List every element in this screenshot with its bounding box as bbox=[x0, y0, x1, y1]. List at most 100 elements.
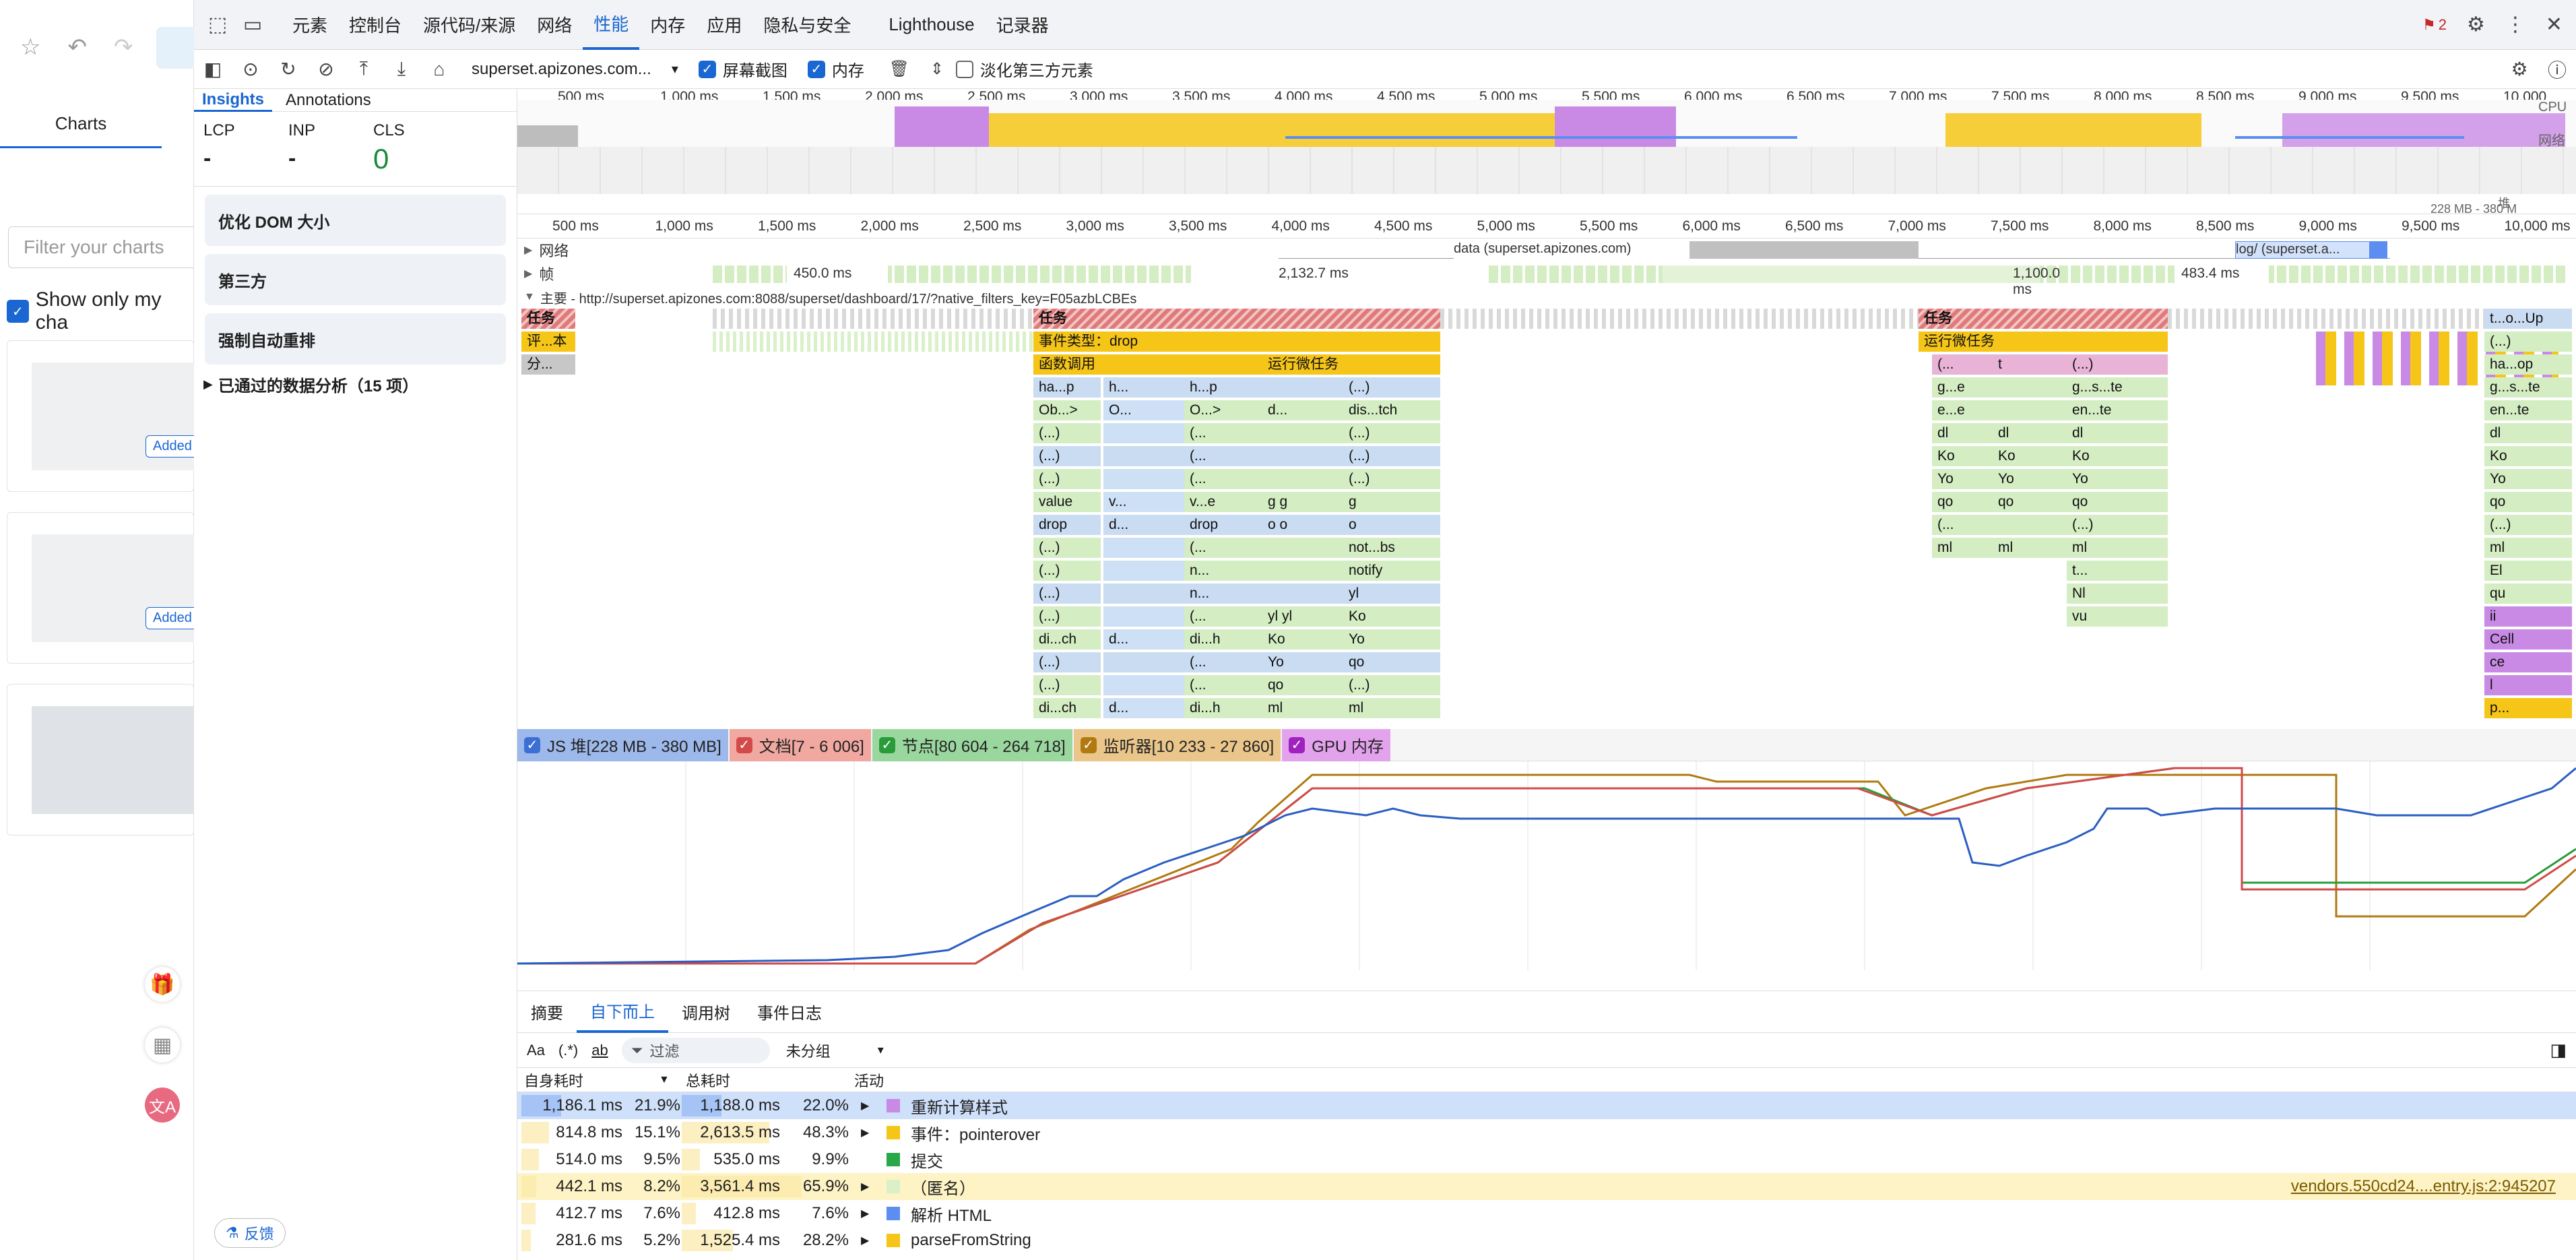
flame-entry[interactable]: vu bbox=[2067, 606, 2168, 627]
flame-entry[interactable]: dl bbox=[2484, 423, 2572, 443]
flame-entry[interactable]: n... bbox=[1184, 561, 1262, 581]
flame-entry[interactable]: yl bbox=[1343, 584, 1440, 604]
flame-entry[interactable]: drop bbox=[1184, 515, 1262, 535]
filter-charts-input[interactable]: Filter your charts bbox=[8, 226, 203, 268]
flame-entry[interactable] bbox=[1103, 469, 1184, 489]
flame-entry[interactable]: ml bbox=[1343, 698, 1440, 718]
flame-entry[interactable]: (...) bbox=[1033, 584, 1101, 604]
flame-entry[interactable] bbox=[1262, 423, 1343, 443]
total-time-header[interactable]: 总耗时 bbox=[686, 1069, 730, 1091]
flame-entry[interactable]: (...) bbox=[1343, 377, 1440, 398]
expand-triangle-icon[interactable]: ▶ bbox=[861, 1207, 873, 1220]
undo-icon[interactable]: ↶ bbox=[67, 34, 87, 61]
flame-entry[interactable]: n... bbox=[1184, 584, 1262, 604]
devtools-tab[interactable]: 应用 bbox=[696, 0, 752, 50]
flame-entry[interactable]: (...) bbox=[1033, 446, 1101, 466]
flame-entry[interactable]: dl bbox=[1993, 423, 2067, 443]
flame-entry[interactable]: h...p bbox=[1184, 377, 1262, 398]
memory-counter[interactable]: ✓ 节点[80 604 - 264 718] bbox=[872, 728, 1072, 761]
toggle-sidebar-icon[interactable]: ◧ bbox=[199, 56, 226, 83]
flame-entry[interactable]: Ko bbox=[1932, 446, 1993, 466]
flame-entry[interactable]: d... bbox=[1103, 698, 1184, 718]
flame-entry[interactable]: Ko bbox=[1993, 446, 2067, 466]
devtools-tab[interactable]: 隐私与安全 bbox=[752, 0, 862, 50]
task-bar[interactable]: 任务 bbox=[1033, 309, 1440, 329]
flame-entry[interactable]: t bbox=[1993, 354, 2067, 375]
flame-entry[interactable]: Yo bbox=[1993, 469, 2067, 489]
chart-card[interactable]: Added bbox=[7, 512, 200, 664]
charts-tab[interactable]: Charts bbox=[0, 101, 162, 148]
flame-entry[interactable]: ml bbox=[1932, 538, 1993, 558]
flame-entry[interactable]: ml bbox=[2484, 538, 2572, 558]
bottom-tab[interactable]: 调用树 bbox=[668, 991, 744, 1033]
flame-entry[interactable]: di...h bbox=[1184, 629, 1262, 650]
flame-entry[interactable]: g g bbox=[1262, 492, 1343, 512]
flame-entry[interactable]: en...te bbox=[2067, 400, 2168, 420]
annotations-tab[interactable]: Annotations bbox=[272, 91, 385, 110]
devtools-tab[interactable]: 内存 bbox=[639, 0, 696, 50]
download-icon[interactable]: ⤓ bbox=[388, 56, 415, 83]
counter-checkbox[interactable]: ✓ bbox=[1080, 736, 1097, 753]
recording-select[interactable]: superset.apizones.com... bbox=[472, 60, 651, 79]
flame-entry[interactable]: o o bbox=[1262, 515, 1343, 535]
drop-event-bar[interactable]: 事件类型：drop bbox=[1033, 332, 1440, 352]
clear-icon[interactable]: ⊘ bbox=[313, 56, 340, 83]
memory-counter[interactable]: ✓ 文档[7 - 6 006] bbox=[729, 728, 871, 761]
show-only-mine-checkbox[interactable]: ✓ bbox=[7, 300, 29, 323]
counter-checkbox[interactable]: ✓ bbox=[524, 736, 540, 753]
translate-icon[interactable]: 文A bbox=[145, 1088, 180, 1123]
sort-desc-icon[interactable]: ▼ bbox=[659, 1074, 670, 1086]
flame-entry[interactable]: dl bbox=[1932, 423, 1993, 443]
help-icon[interactable]: ⓘ bbox=[2544, 56, 2571, 83]
bottom-tab[interactable]: 事件日志 bbox=[744, 991, 835, 1033]
flame-entry[interactable]: dl bbox=[2067, 423, 2168, 443]
flame-entry[interactable] bbox=[1103, 584, 1184, 604]
capture-settings-icon[interactable]: ⚙ bbox=[2506, 56, 2533, 83]
flame-entry[interactable]: g bbox=[1343, 492, 1440, 512]
flame-entry[interactable] bbox=[1993, 515, 2067, 535]
bottom-tab[interactable]: 摘要 bbox=[517, 991, 577, 1033]
flame-entry[interactable] bbox=[1103, 606, 1184, 627]
flame-entry[interactable] bbox=[1103, 561, 1184, 581]
frame-time[interactable]: 1,100.0 ms bbox=[1663, 265, 2060, 297]
flame-entry[interactable]: (...) bbox=[1343, 446, 1440, 466]
flame-entry[interactable]: (...) bbox=[2067, 354, 2168, 375]
flame-entry[interactable]: (... bbox=[1184, 538, 1262, 558]
flame-entry[interactable]: h... bbox=[1103, 377, 1184, 398]
flame-entry[interactable] bbox=[1103, 423, 1184, 443]
grouping-dropdown-icon[interactable]: ▾ bbox=[878, 1043, 884, 1057]
flame-entry[interactable]: qo bbox=[1262, 675, 1343, 695]
task-bar[interactable]: 任务 bbox=[521, 309, 575, 329]
inspect-element-icon[interactable]: ⬚ bbox=[202, 9, 233, 40]
flame-entry[interactable]: Cell bbox=[2484, 629, 2572, 650]
timeline[interactable]: 500 ms 1,000 ms 1,500 ms 2,000 ms 2,500 ms 3,… bbox=[517, 89, 2576, 729]
flame-entry[interactable]: qu bbox=[2484, 584, 2572, 604]
flame-entry[interactable]: d... bbox=[1103, 629, 1184, 650]
task-bar[interactable]: 任务 bbox=[1919, 309, 2168, 329]
frames-track[interactable]: ▶ 帧 450.0 ms 2,132.7 ms 1,100.0 ms 483.4… bbox=[517, 263, 2576, 297]
upload-icon[interactable]: ⤒ bbox=[350, 56, 377, 83]
flame-entry[interactable]: (...) bbox=[1033, 606, 1101, 627]
table-row[interactable]: 814.8 ms 15.1% 2,613.5 ms 48.3% ▶ 事件：pointero… bbox=[517, 1119, 2576, 1146]
devtools-tab[interactable]: 控制台 bbox=[338, 0, 412, 50]
apps-icon[interactable]: ▦ bbox=[145, 1028, 180, 1063]
self-time-header[interactable]: 自身耗时 bbox=[524, 1069, 583, 1091]
microtask-bar[interactable]: 运行微任务 bbox=[1919, 332, 2168, 352]
memory-counter[interactable]: ✓ 监听器[10 233 - 27 860] bbox=[1073, 728, 1281, 761]
toggle-heaviest-stack-icon[interactable]: ◨ bbox=[2550, 1040, 2567, 1061]
flame-entry[interactable]: v... bbox=[1103, 492, 1184, 512]
reload-record-icon[interactable]: ↻ bbox=[275, 56, 302, 83]
flame-entry[interactable]: d... bbox=[1262, 400, 1343, 420]
expand-triangle-icon[interactable]: ▶ bbox=[861, 1180, 873, 1193]
insight-third-party[interactable]: 第三方 bbox=[205, 254, 506, 305]
flame-entry[interactable]: (...) bbox=[1033, 675, 1101, 695]
flame-entry[interactable]: Yo bbox=[2067, 469, 2168, 489]
devtools-tab[interactable]: 源代码/来源 bbox=[412, 0, 526, 50]
match-case-icon[interactable]: Aa bbox=[527, 1042, 545, 1059]
device-toolbar-icon[interactable]: ▭ bbox=[237, 9, 268, 40]
flame-entry[interactable]: Ko bbox=[2067, 446, 2168, 466]
flame-entry[interactable]: di...h bbox=[1184, 698, 1262, 718]
flame-entry[interactable]: Ko bbox=[1343, 606, 1440, 627]
devtools-tab[interactable]: Lighthouse bbox=[878, 0, 985, 50]
memory-counter[interactable]: ✓ JS 堆[228 MB - 380 MB] bbox=[517, 728, 728, 761]
